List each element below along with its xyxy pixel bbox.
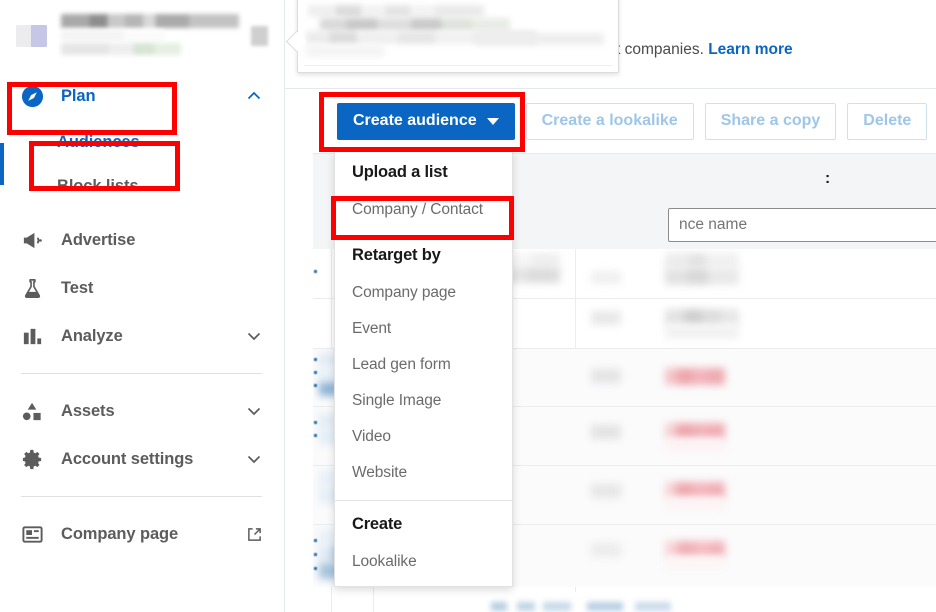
chevron-down-icon[interactable] <box>246 328 262 344</box>
megaphone-icon <box>21 227 47 253</box>
sidebar-divider-1 <box>21 373 262 374</box>
account-logo <box>16 25 47 47</box>
learn-more-link[interactable]: Learn more <box>708 41 792 58</box>
info-popover <box>297 0 619 73</box>
pagination-link-blurred <box>491 602 691 611</box>
chevron-down-icon <box>487 118 499 125</box>
sidebar-item-label-advertise: Advertise <box>61 231 262 250</box>
dropdown-section-header-create: Create <box>335 501 512 544</box>
dropdown-item-company-contact[interactable]: Company / Contact <box>335 192 512 228</box>
sidebar-item-advertise[interactable]: Advertise <box>0 216 284 264</box>
sidebar-item-label-audiences: Audiences <box>57 133 140 152</box>
sidebar-item-analyze[interactable]: Analyze <box>0 312 284 360</box>
company-page-icon <box>21 521 47 547</box>
account-brand-header[interactable] <box>0 0 284 72</box>
sidebar-item-assets[interactable]: Assets <box>0 387 284 435</box>
external-link-icon <box>247 527 262 542</box>
account-switcher-icon[interactable] <box>251 26 268 46</box>
sidebar-item-company-page[interactable]: Company page <box>0 510 284 558</box>
create-audience-label: Create audience <box>353 112 477 130</box>
sidebar-item-test[interactable]: Test <box>0 264 284 312</box>
dropdown-item-lookalike[interactable]: Lookalike <box>335 544 512 580</box>
dropdown-section-header-retarget: Retarget by <box>335 228 512 275</box>
dropdown-item-single-image[interactable]: Single Image <box>335 383 512 419</box>
dropdown-item-event[interactable]: Event <box>335 311 512 347</box>
sidebar-item-label-plan: Plan <box>61 87 246 106</box>
gear-icon <box>21 446 47 472</box>
dropdown-item-company-page[interactable]: Company page <box>335 275 512 311</box>
account-name-blurred <box>61 14 245 59</box>
sidebar-item-label-analyze: Analyze <box>61 327 246 346</box>
search-input[interactable] <box>668 208 936 242</box>
sidebar-item-label-company-page: Company page <box>61 525 247 544</box>
dropdown-item-lead-gen-form[interactable]: Lead gen form <box>335 347 512 383</box>
shapes-icon <box>21 398 47 424</box>
sidebar-item-account-settings[interactable]: Account settings <box>0 435 284 483</box>
chevron-down-icon[interactable] <box>246 403 262 419</box>
audience-action-toolbar: Create audience Create a lookalike Share… <box>285 89 936 153</box>
sidebar-item-audiences[interactable]: Audiences <box>0 120 284 164</box>
delete-button[interactable]: Delete <box>847 103 927 140</box>
share-a-copy-button[interactable]: Share a copy <box>705 103 837 140</box>
dropdown-item-video[interactable]: Video <box>335 419 512 455</box>
sidebar-item-label-account-settings: Account settings <box>61 450 246 469</box>
sidebar-item-block-lists[interactable]: Block lists <box>0 164 284 208</box>
create-audience-dropdown-menu: Upload a list Company / Contact Retarget… <box>334 151 513 587</box>
sidebar-item-plan[interactable]: Plan <box>0 72 284 120</box>
sidebar-item-label-block-lists: Block lists <box>57 177 138 196</box>
create-audience-button[interactable]: Create audience <box>337 103 515 140</box>
sidebar-divider-2 <box>21 496 262 497</box>
dropdown-item-website[interactable]: Website <box>335 455 512 491</box>
bar-chart-icon <box>21 323 47 349</box>
dropdown-section-header-upload: Upload a list <box>335 151 512 192</box>
sidebar-item-label-assets: Assets <box>61 402 246 421</box>
chevron-down-icon[interactable] <box>246 451 262 467</box>
main-content: arget companies. Learn more Create audie… <box>285 0 936 612</box>
table-column-header-partial: : <box>825 170 830 188</box>
create-lookalike-button[interactable]: Create a lookalike <box>526 103 694 140</box>
flask-icon <box>21 275 47 301</box>
chevron-up-icon[interactable] <box>246 88 262 104</box>
compass-icon <box>21 83 47 109</box>
sidebar: Plan Audiences Block lists Adver <box>0 0 285 612</box>
app-root: Plan Audiences Block lists Adver <box>0 0 936 612</box>
sidebar-item-label-test: Test <box>61 279 262 298</box>
